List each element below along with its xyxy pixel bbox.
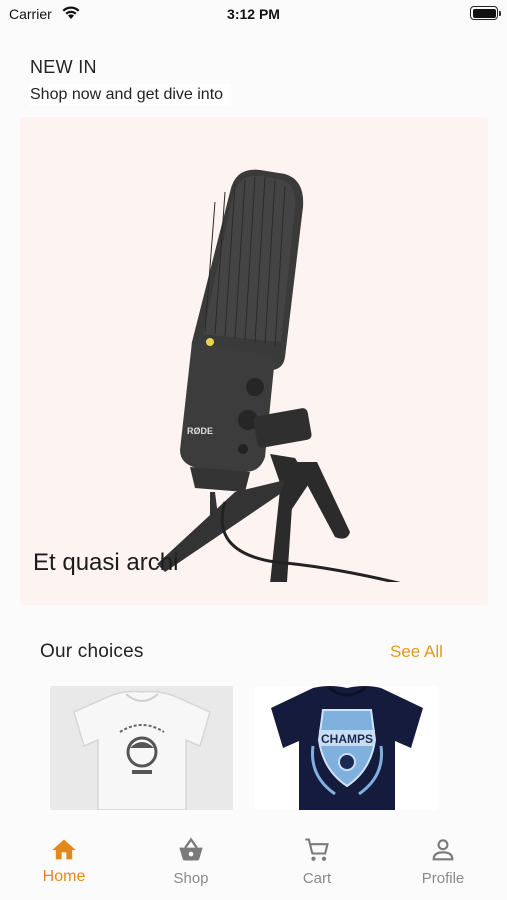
hero-banner[interactable]: RØDE Et quasi archi (20, 117, 488, 605)
svg-text:RØDE: RØDE (187, 426, 213, 436)
microphone-product-image: RØDE (157, 169, 400, 582)
bottom-tab-bar: Home Shop Cart Profile (0, 824, 507, 900)
section-title-our-choices: Our choices (40, 641, 144, 662)
product-card[interactable] (50, 686, 233, 810)
white-tshirt-image (73, 690, 211, 810)
section-subtitle: Shop now and get dive into (30, 84, 232, 106)
home-icon (52, 839, 76, 860)
cart-icon (305, 838, 329, 861)
section-title-new-in: NEW IN (30, 57, 97, 77)
basket-icon (179, 837, 203, 861)
tab-cart[interactable]: Cart (257, 836, 377, 887)
profile-icon (432, 839, 454, 861)
tab-shop[interactable]: Shop (131, 836, 251, 887)
svg-text:CHAMPS: CHAMPS (321, 732, 373, 746)
product-card[interactable]: CHAMPS (255, 686, 438, 810)
see-all-link[interactable]: See All (390, 642, 443, 662)
tab-home[interactable]: Home (4, 836, 124, 886)
battery-icon (470, 6, 501, 20)
navy-tshirt-image: CHAMPS (271, 686, 423, 810)
tab-home-label: Home (42, 868, 86, 885)
tab-profile-label: Profile (421, 870, 465, 887)
status-bar: Carrier 3:12 PM (0, 0, 507, 30)
tab-shop-label: Shop (173, 870, 209, 887)
clock: 3:12 PM (227, 6, 280, 22)
tab-cart-label: Cart (302, 870, 332, 887)
hero-caption: Et quasi archi (33, 549, 179, 576)
tab-profile[interactable]: Profile (383, 836, 503, 887)
